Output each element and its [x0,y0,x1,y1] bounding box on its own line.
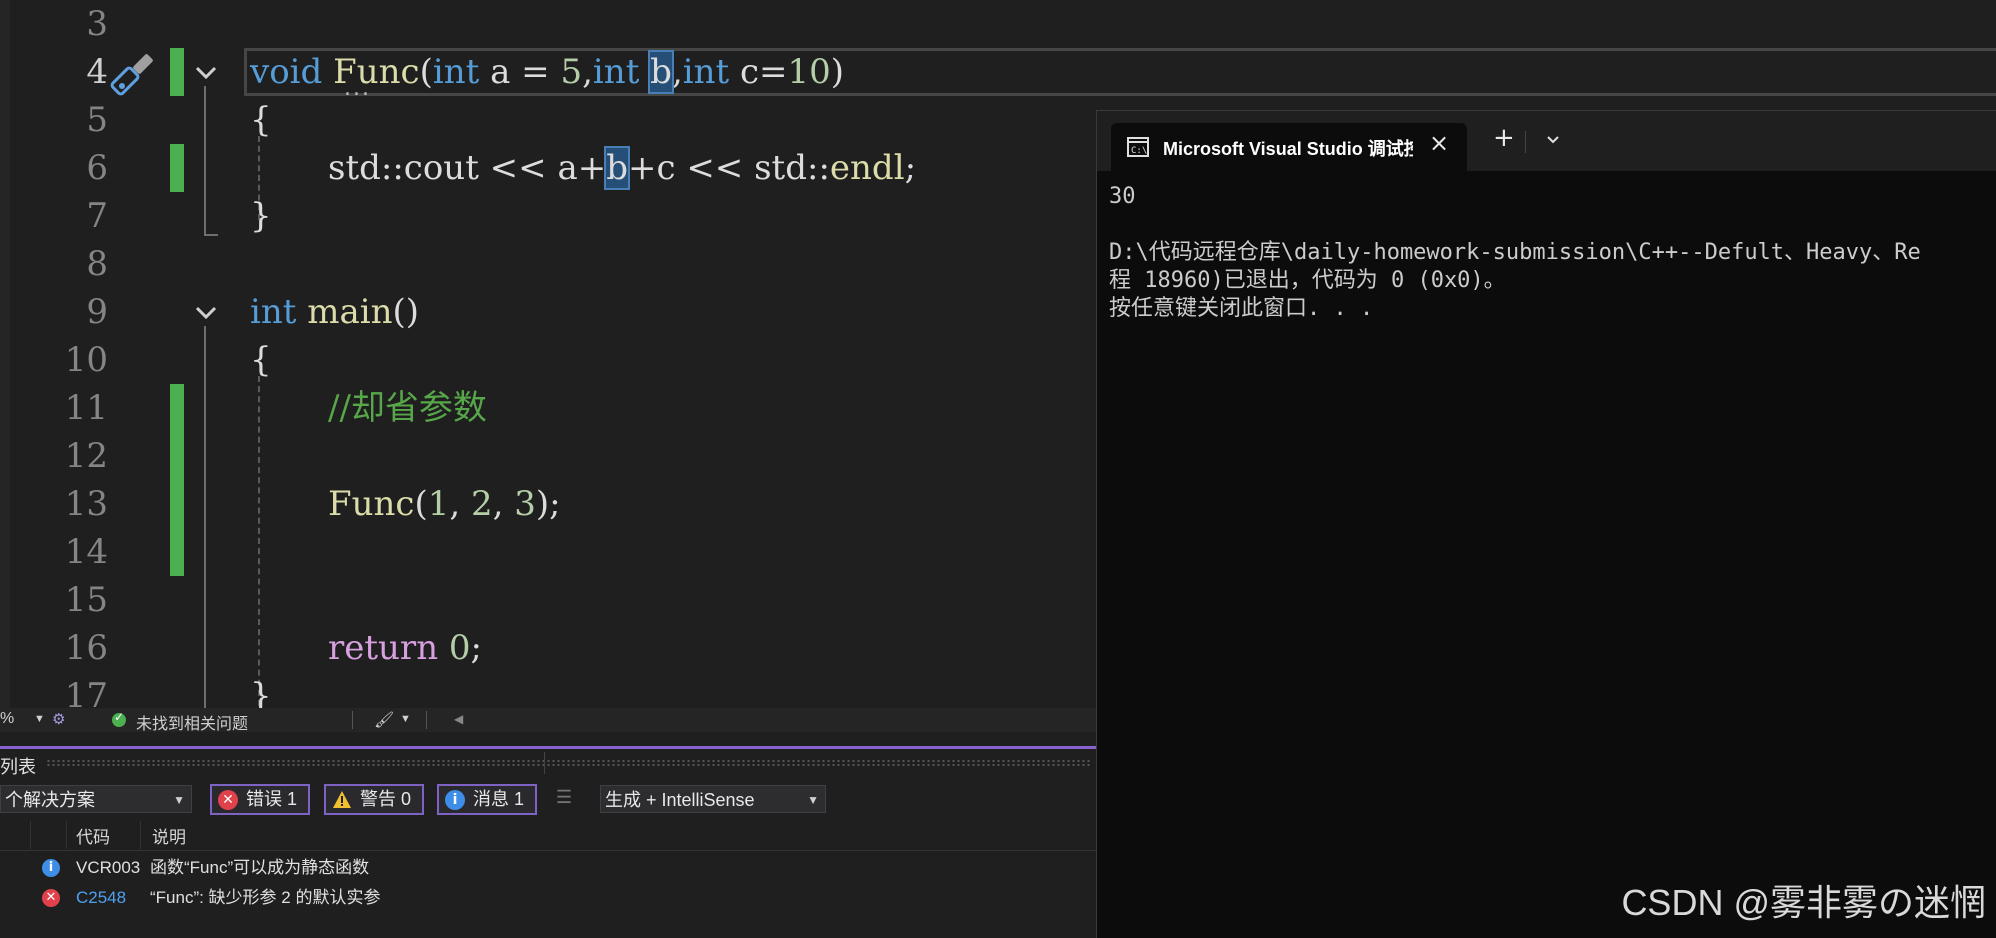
table-row[interactable]: ✕ C2548 “Func”: 缺少形参 2 的默认实参 [0,883,1096,913]
filter-icon[interactable]: ☰ [556,787,572,808]
line-number: 16 [64,628,108,668]
line-number: 15 [64,580,108,620]
console-output[interactable]: 30 D:\代码远程仓库\daily-homework-submission\C+… [1109,183,1989,323]
info-icon: i [445,790,465,810]
suggestion-dots: ... [344,76,371,101]
scope-value: 个解决方案 [5,790,95,810]
divider [426,711,427,729]
build-filter-dropdown[interactable]: 生成 + IntelliSense ▼ [600,785,826,813]
check-circle-icon [112,710,126,727]
code-text[interactable]: Func(1, 2, 3); [328,480,561,528]
code-text[interactable]: } [250,192,272,240]
row-code: VCR003 [76,858,141,877]
line-number: 13 [64,484,108,524]
error-list-panel: 列表 个解决方案 ▼ ✕ 错误 1 警告 0 i 消息 1 ☰ 生成 + Int… [0,749,1096,938]
line-number: 14 [64,532,108,572]
editor-status-bar: % ▼ ⚙ 未找到相关问题 🖌 ▼ ◀ [0,708,1096,734]
column-divider [66,821,67,849]
table-row[interactable]: i VCR003 函数“Func”可以成为静态函数 [0,853,1096,883]
code-line-4: 4 void Func(int a = 5,int b,int c=10) [0,48,1996,96]
row-code-link[interactable]: C2548 [76,883,126,913]
column-header-description[interactable]: 说明 [152,823,186,848]
row-description: 函数“Func”可以成为静态函数 [150,858,370,877]
line-number: 7 [86,196,108,236]
line-number: 3 [86,4,108,44]
divider [544,752,545,774]
issues-status[interactable]: 未找到相关问题 [136,710,248,734]
debug-console-window[interactable]: C:\ Microsoft Visual Studio 调试控制台 × + 30… [1096,110,1996,938]
errors-filter-label: 错误 1 [246,789,298,809]
warning-icon [332,790,352,810]
scroll-left-icon[interactable]: ◀ [454,712,463,726]
console-tab-bar: C:\ Microsoft Visual Studio 调试控制台 × + [1097,111,1996,171]
code-text[interactable]: } [250,672,272,708]
error-icon: ✕ [218,790,238,810]
header-divider [0,850,1096,851]
column-divider [140,821,141,849]
brush-dropdown-arrow-icon[interactable]: ▼ [400,713,411,725]
new-tab-icon[interactable]: + [1493,125,1515,151]
line-number: 11 [64,388,108,428]
line-number: 4 [86,52,108,92]
brush-icon[interactable]: 🖌 [374,710,394,730]
code-line-3: 3 [0,0,1996,48]
console-line: 30 [1109,184,1136,209]
code-text[interactable]: return 0; [328,624,482,672]
warnings-filter-button[interactable]: 警告 0 [324,784,424,815]
code-text[interactable]: { [250,96,272,144]
messages-filter-label: 消息 1 [473,789,525,809]
row-description: “Func”: 缺少形参 2 的默认实参 [150,888,381,907]
panel-grip[interactable] [46,759,1092,767]
code-text[interactable]: std::cout << a+b+c << std::endl; [328,144,916,192]
console-line: 按任意键关闭此窗口. . . [1109,296,1374,321]
line-number: 10 [64,340,108,380]
code-text[interactable]: void Func(int a = 5,int b,int c=10) [250,48,844,96]
csdn-watermark: CSDN @雾非雾の迷惘 [1621,882,1986,923]
errors-filter-button[interactable]: ✕ 错误 1 [210,784,310,815]
line-number: 8 [86,244,108,284]
line-number: 12 [64,436,108,476]
panel-title: 列表 [0,757,36,777]
warnings-filter-label: 警告 0 [360,789,412,809]
copilot-icon[interactable]: ⚙ [52,710,65,728]
line-number: 9 [86,292,108,332]
console-tab[interactable]: C:\ Microsoft Visual Studio 调试控制台 × [1111,123,1467,171]
zoom-level[interactable]: % [0,710,14,728]
column-divider [30,821,31,849]
messages-filter-button[interactable]: i 消息 1 [437,784,537,815]
close-icon[interactable]: × [1429,129,1449,157]
error-icon: ✕ [42,889,60,907]
line-number: 6 [86,148,108,188]
zoom-dropdown-arrow-icon[interactable]: ▼ [34,713,45,725]
info-icon: i [42,859,60,877]
console-line: 程 18960)已退出，代码为 0 (0x0)。 [1109,268,1506,293]
divider [352,711,353,729]
console-line: D:\代码远程仓库\daily-homework-submission\C++-… [1109,240,1921,265]
dropdown-arrow-icon: ▼ [173,793,185,807]
build-filter-value: 生成 + IntelliSense [605,790,755,810]
chevron-down-icon[interactable] [1543,129,1563,149]
line-number: 17 [64,676,108,708]
svg-text:C:\: C:\ [1131,146,1147,156]
console-tab-title: Microsoft Visual Studio 调试控制台 [1163,139,1413,159]
dropdown-arrow-icon: ▼ [807,793,819,807]
line-number: 5 [86,100,108,140]
code-text[interactable]: int main() [250,288,419,336]
code-text[interactable]: { [250,336,272,384]
terminal-icon: C:\ [1127,137,1149,157]
column-header-code[interactable]: 代码 [76,823,110,848]
scope-dropdown[interactable]: 个解决方案 ▼ [0,785,192,813]
code-comment[interactable]: //却省参数 [328,384,487,432]
divider [1525,131,1526,153]
